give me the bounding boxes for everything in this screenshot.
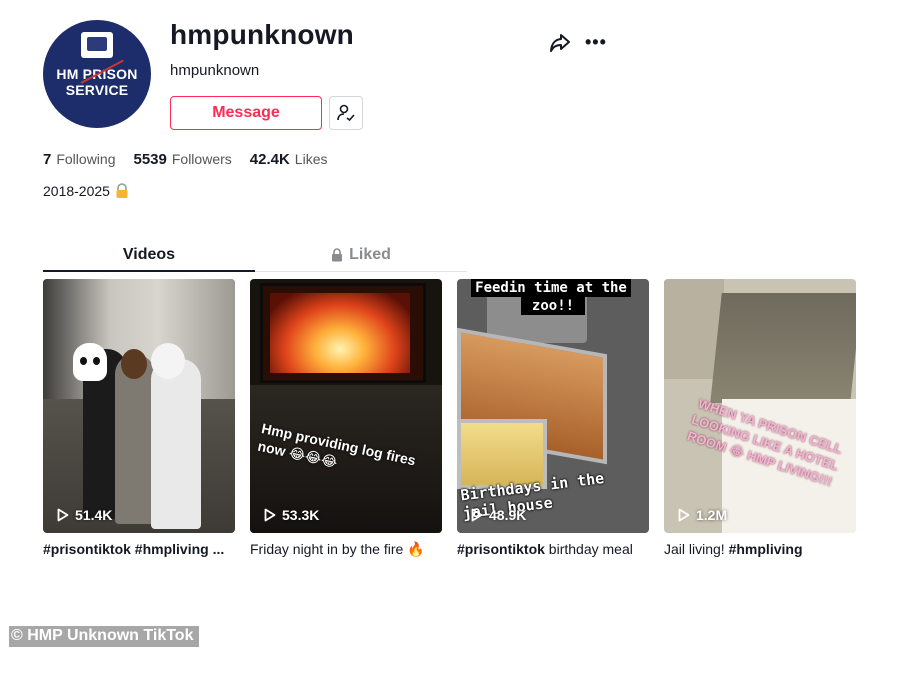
person-figure (115, 354, 155, 524)
video-overlay-top-line2: zoo!! (521, 297, 585, 315)
following-stat[interactable]: 7 Following (43, 151, 115, 168)
play-icon (57, 508, 69, 522)
view-count: 48.9K (471, 507, 526, 523)
profile-stats: 7 Following 5539 Followers 42.4K Likes (43, 151, 327, 168)
video-thumbnail[interactable]: Hmp providing log fires now 😂😂😂 53.3K (250, 279, 442, 533)
caption-hashtag[interactable]: #hmpliving (729, 541, 803, 557)
tab-liked-label: Liked (349, 246, 391, 263)
caption-text: Jail living! (664, 541, 725, 557)
message-button[interactable]: Message (170, 96, 322, 130)
view-count: 51.4K (57, 507, 112, 523)
view-count: 53.3K (264, 507, 319, 523)
more-icon[interactable]: ••• (585, 32, 609, 52)
video-caption[interactable]: Friday night in by the fire 🔥 (250, 541, 442, 558)
view-count-text: 53.3K (282, 507, 320, 523)
caption-text: #prisontiktok #hmpliving ... (43, 541, 225, 557)
crown-logo-icon (81, 32, 113, 58)
fire-image (270, 293, 410, 373)
view-count-text: 48.9K (489, 507, 527, 523)
tab-videos-label: Videos (122, 246, 176, 263)
active-tab-indicator (43, 270, 255, 272)
video-card[interactable]: WHEN YA PRISON CELL LOOKING LIKE A HOTEL… (664, 279, 856, 557)
video-thumbnail[interactable]: 51.4K (43, 279, 235, 533)
play-icon (678, 508, 690, 522)
monkey-emoji-icon (121, 349, 147, 379)
followers-label: Followers (171, 151, 232, 167)
follow-user-button[interactable] (329, 96, 363, 130)
profile-bio: 2018-2025 (43, 183, 130, 199)
video-thumbnail[interactable]: Feedin time at the zoo!! Birthdays in th… (457, 279, 649, 533)
video-overlay-top-line1: Feedin time at the (471, 279, 631, 297)
video-thumbnail[interactable]: WHEN YA PRISON CELL LOOKING LIKE A HOTEL… (664, 279, 856, 533)
video-caption[interactable]: Jail living! #hmpliving (664, 541, 856, 557)
profile-username: hmpunknown (170, 19, 354, 50)
person-figure (151, 359, 201, 529)
tab-videos[interactable]: Videos (43, 238, 255, 272)
video-grid: 51.4K #prisontiktok #hmpliving ... Hmp p… (43, 279, 863, 569)
bio-text: 2018-2025 (43, 183, 110, 199)
profile-tabs: Videos Liked (43, 238, 467, 272)
view-count: 1.2M (678, 507, 727, 523)
bed-image (710, 293, 856, 403)
likes-stat: 42.4K Likes (250, 151, 328, 168)
video-caption[interactable]: #prisontiktok #hmpliving ... (43, 541, 235, 557)
likes-label: Likes (294, 151, 328, 167)
lock-icon (332, 248, 343, 262)
followers-stat[interactable]: 5539 Followers (133, 151, 231, 168)
tab-liked[interactable]: Liked (255, 238, 467, 272)
face-emoji-icon (151, 343, 185, 379)
video-card[interactable]: 51.4K #prisontiktok #hmpliving ... (43, 279, 235, 557)
profile-avatar: HM PRISON SERVICE (43, 20, 151, 128)
video-card[interactable]: Hmp providing log fires now 😂😂😂 53.3K Fr… (250, 279, 442, 558)
following-label: Following (56, 151, 116, 167)
user-check-icon (337, 104, 355, 122)
caption-text: birthday meal (548, 541, 633, 557)
followers-count: 5539 (133, 151, 167, 168)
view-count-text: 51.4K (75, 507, 113, 523)
skull-emoji-icon (73, 343, 107, 381)
following-count: 7 (43, 151, 52, 168)
play-icon (471, 508, 483, 522)
video-caption[interactable]: #prisontiktok birthday meal (457, 541, 649, 557)
avatar-logo-line2: SERVICE (65, 82, 129, 98)
play-icon (264, 508, 276, 522)
profile-nickname: hmpunknown (170, 62, 260, 79)
photo-credit: © HMP Unknown TikTok (9, 626, 200, 647)
likes-count: 42.4K (249, 151, 290, 168)
view-count-text: 1.2M (696, 507, 728, 523)
share-icon[interactable] (548, 30, 572, 54)
video-card[interactable]: Feedin time at the zoo!! Birthdays in th… (457, 279, 649, 557)
lock-with-key-emoji-icon (116, 183, 128, 198)
caption-hashtag[interactable]: #prisontiktok (457, 541, 545, 557)
